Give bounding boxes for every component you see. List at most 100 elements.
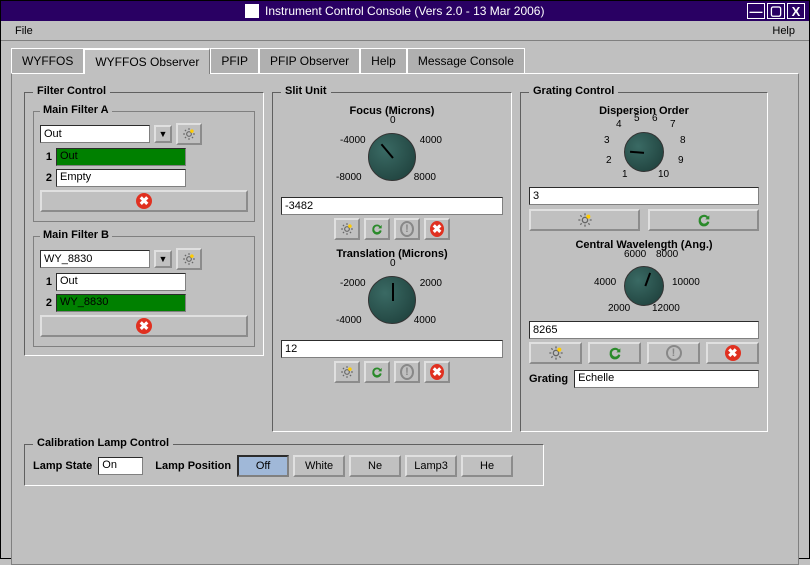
refresh-icon [370, 222, 384, 236]
trans-tick-p4: 4000 [414, 315, 436, 326]
disp-tick-9: 9 [678, 155, 684, 166]
lamp-position-label: Lamp Position [155, 460, 231, 472]
lamp-btn-lamp3[interactable]: Lamp3 [405, 455, 457, 477]
filter-a-row1-val: Out [56, 148, 186, 166]
trans-refresh-button[interactable] [364, 361, 390, 383]
cwave-value[interactable] [529, 321, 759, 339]
disp-tick-8: 8 [680, 135, 686, 146]
filter-b-row1-val: Out [56, 273, 186, 291]
tab-message-console[interactable]: Message Console [407, 48, 525, 74]
grating-value: Echelle [574, 370, 759, 388]
main-filter-b-group: Main Filter B ▼ 1 Out [33, 236, 255, 347]
stop-icon: ✖ [430, 221, 444, 237]
dispersion-title: Dispersion Order [529, 105, 759, 117]
dispersion-settings-button[interactable] [529, 209, 640, 231]
dispersion-refresh-button[interactable] [648, 209, 759, 231]
filter-b-select[interactable] [40, 250, 150, 268]
trans-tick-p2: 2000 [420, 278, 442, 289]
translation-value[interactable] [281, 340, 503, 358]
tab-help[interactable]: Help [360, 48, 407, 74]
tab-pfip-observer[interactable]: PFIP Observer [259, 48, 360, 74]
info-icon: ! [400, 221, 414, 237]
filter-b-row1-num: 1 [40, 276, 52, 288]
trans-info-button[interactable]: ! [394, 361, 420, 383]
filter-b-row2-num: 2 [40, 297, 52, 309]
disp-tick-7: 7 [670, 119, 676, 130]
cwave-refresh-button[interactable] [588, 342, 641, 364]
main-filter-a-group: Main Filter A ▼ 1 Out [33, 111, 255, 222]
disp-tick-5: 5 [634, 113, 640, 124]
disp-tick-10: 10 [658, 169, 669, 180]
lamp-btn-white[interactable]: White [293, 455, 345, 477]
filter-a-select[interactable] [40, 125, 150, 143]
filter-a-dropdown-icon[interactable]: ▼ [154, 125, 172, 143]
lamp-state-label: Lamp State [33, 460, 92, 472]
slit-unit-group: Slit Unit Focus (Microns) 0 -4000 4000 -… [272, 92, 512, 432]
focus-info-button[interactable]: ! [394, 218, 420, 240]
cwave-stop-button[interactable]: ✖ [706, 342, 759, 364]
cwave-tick-2: 2000 [608, 303, 630, 314]
disp-tick-3: 3 [604, 135, 610, 146]
filter-a-settings-button[interactable] [176, 123, 202, 145]
grating-control-group: Grating Control Dispersion Order 4 5 6 7… [520, 92, 768, 432]
lamp-btn-off[interactable]: Off [237, 455, 289, 477]
tab-wyffos-observer[interactable]: WYFFOS Observer [84, 48, 210, 74]
cwave-tick-12: 12000 [652, 303, 680, 314]
focus-stop-button[interactable]: ✖ [424, 218, 450, 240]
filter-b-stop-button[interactable]: ✖ [40, 315, 248, 337]
lamp-position-toggle: Off White Ne Lamp3 He [237, 455, 513, 477]
filter-b-dropdown-icon[interactable]: ▼ [154, 250, 172, 268]
window-title: Instrument Control Console (Vers 2.0 - 1… [265, 4, 544, 18]
focus-refresh-button[interactable] [364, 218, 390, 240]
refresh-icon [607, 345, 623, 361]
trans-tick-n4: -4000 [336, 315, 362, 326]
grating-label: Grating [529, 373, 568, 385]
minimize-button[interactable]: — [747, 3, 765, 19]
menu-file[interactable]: File [9, 23, 39, 39]
focus-tick-n4: -4000 [340, 135, 366, 146]
cwave-info-button[interactable]: ! [647, 342, 700, 364]
menu-help[interactable]: Help [766, 23, 801, 39]
close-button[interactable]: X [787, 3, 805, 19]
trans-settings-button[interactable] [334, 361, 360, 383]
cwave-tick-8: 8000 [656, 249, 678, 260]
filter-a-stop-button[interactable]: ✖ [40, 190, 248, 212]
gear-icon [340, 222, 354, 236]
filter-b-settings-button[interactable] [176, 248, 202, 270]
translation-dial[interactable]: 0 -2000 2000 -4000 4000 [342, 260, 442, 340]
calibration-group: Calibration Lamp Control Lamp State On L… [24, 444, 544, 486]
cwave-tick-4: 4000 [594, 277, 616, 288]
trans-tick-n2: -2000 [340, 278, 366, 289]
lamp-btn-ne[interactable]: Ne [349, 455, 401, 477]
maximize-button[interactable]: ▢ [767, 3, 785, 19]
info-icon: ! [666, 345, 682, 361]
filter-control-group: Filter Control Main Filter A ▼ [24, 92, 264, 356]
lamp-state-value: On [98, 457, 143, 475]
gear-icon [182, 251, 196, 267]
cwave-settings-button[interactable] [529, 342, 582, 364]
cwave-dial[interactable]: 6000 8000 4000 10000 2000 12000 [594, 251, 694, 321]
disp-tick-4: 4 [616, 119, 622, 130]
tab-wyffos[interactable]: WYFFOS [11, 48, 84, 74]
menubar: File Help [1, 21, 809, 41]
app-window: Instrument Control Console (Vers 2.0 - 1… [0, 0, 810, 559]
gear-icon [340, 365, 354, 379]
tab-content: Filter Control Main Filter A ▼ [11, 73, 799, 565]
disp-tick-2: 2 [606, 155, 612, 166]
trans-stop-button[interactable]: ✖ [424, 361, 450, 383]
focus-value[interactable] [281, 197, 503, 215]
focus-dial[interactable]: 0 -4000 4000 -8000 8000 [342, 117, 442, 197]
tab-pfip[interactable]: PFIP [210, 48, 259, 74]
focus-tick-p4: 4000 [420, 135, 442, 146]
refresh-icon [370, 365, 384, 379]
lamp-btn-he[interactable]: He [461, 455, 513, 477]
dispersion-value[interactable] [529, 187, 759, 205]
stop-icon: ✖ [725, 345, 741, 361]
filter-a-row1-num: 1 [40, 151, 52, 163]
disp-tick-1: 1 [622, 169, 628, 180]
trans-tick-0: 0 [390, 258, 396, 269]
filter-control-title: Filter Control [33, 85, 110, 97]
grating-control-title: Grating Control [529, 85, 618, 97]
dispersion-dial[interactable]: 4 5 6 7 3 8 2 9 1 10 [594, 117, 694, 187]
focus-settings-button[interactable] [334, 218, 360, 240]
